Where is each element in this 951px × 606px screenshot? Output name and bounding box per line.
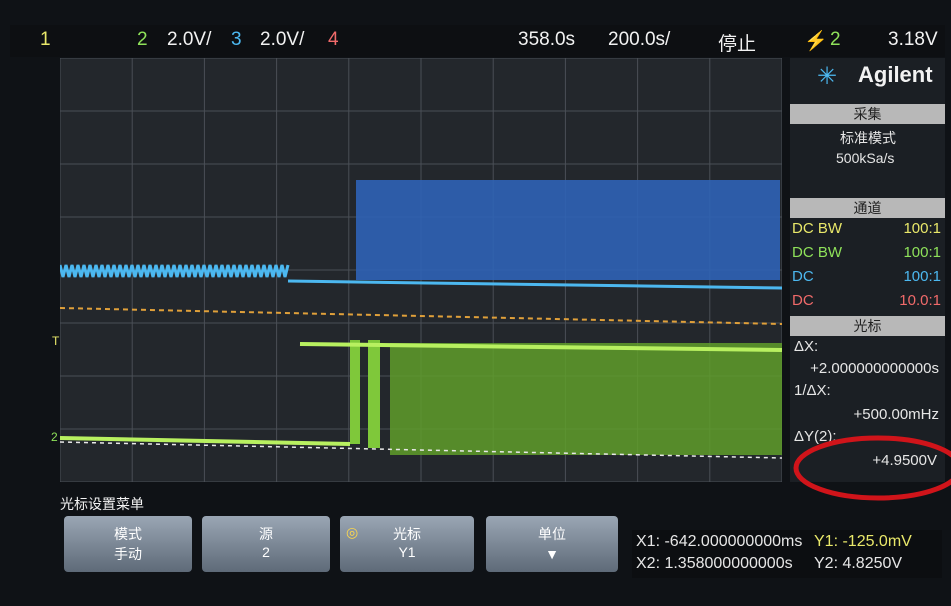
- inverse-delta-x-label: 1/ΔX:: [794, 382, 831, 399]
- channel-2-scale: 2.0V/: [167, 29, 212, 50]
- waveform-screen[interactable]: 3: [60, 58, 782, 482]
- softkey-source-value: 2: [262, 544, 270, 560]
- trigger-edge-icon: ⚡: [804, 31, 828, 52]
- run-state: 停止: [718, 34, 757, 55]
- cursor-readout: X1: -642.000000000ms X2: 1.358000000000s…: [632, 530, 942, 578]
- chevron-down-icon: ▼: [545, 546, 559, 562]
- softkey-units-label: 单位: [538, 526, 566, 542]
- channel-coupling: DC: [792, 292, 814, 309]
- time-per-division: 200.0s/: [608, 29, 671, 50]
- channel-1-marker: T: [52, 334, 60, 348]
- channel-coupling: DC BW: [792, 244, 842, 261]
- channel-coupling: DC BW: [792, 220, 842, 237]
- top-status-bar: 1 2 2.0V/ 3 2.0V/ 4 358.0s 200.0s/ 停止 ⚡ …: [10, 25, 945, 57]
- channel-3-waveform: [60, 264, 290, 278]
- right-info-panel: 采集 标准模式 500kSa/s 通道 DC BW 100:1 DC BW 100:1…: [790, 58, 945, 482]
- channel-4-indicator[interactable]: 4: [328, 29, 339, 51]
- softkey-cursor[interactable]: ◎ 光标 Y1: [340, 516, 474, 572]
- softkey-source[interactable]: 源 2: [202, 516, 330, 572]
- channel-probe-ratio: 100:1: [903, 220, 941, 237]
- acquisition-header: 采集: [790, 104, 945, 124]
- delta-x-value: +2.000000000000s: [810, 360, 939, 377]
- channel-2-burst-b: [368, 340, 380, 448]
- softkey-mode[interactable]: 模式 手动: [64, 516, 192, 572]
- channel-3-baseline: [287, 279, 782, 290]
- softkey-cursor-value: Y1: [398, 544, 416, 560]
- channel-3-scale: 2.0V/: [260, 29, 305, 50]
- brand-logo: Agilent: [858, 62, 933, 87]
- channel-2-burst-a: [350, 340, 360, 444]
- channel-probe-ratio: 100:1: [903, 244, 941, 261]
- channel-coupling: DC: [792, 268, 814, 285]
- channel-header: 通道: [790, 198, 945, 218]
- delta-x-label: ΔX:: [794, 338, 819, 355]
- trigger-channel: 2: [830, 29, 841, 50]
- softkey-mode-value: 手动: [114, 546, 142, 562]
- softkey-units[interactable]: 单位 ▼: [486, 516, 618, 572]
- inverse-delta-x-value: +500.00mHz: [853, 406, 939, 423]
- channel-probe-ratio: 10.0:1: [899, 292, 941, 309]
- channel-1-indicator[interactable]: 1: [40, 29, 51, 51]
- cursor-header: 光标: [790, 316, 945, 336]
- softkey-source-label: 源: [259, 526, 273, 542]
- red-annotation-circle: [793, 435, 951, 501]
- channel-3-dense-region: [356, 180, 780, 280]
- time-position: 358.0s: [518, 29, 576, 50]
- agilent-spark-icon: ✳: [817, 63, 838, 90]
- acquisition-mode: 标准模式: [840, 130, 896, 146]
- y1-readout: Y1: -125.0mV: [814, 533, 912, 550]
- softkey-cursor-label: 光标: [393, 526, 421, 542]
- x2-readout: X2: 1.358000000000s: [636, 555, 793, 572]
- acquisition-rate: 500kSa/s: [836, 150, 895, 166]
- trigger-level: 3.18V: [888, 29, 938, 50]
- cursor-menu-title: 光标设置菜单: [60, 496, 144, 512]
- oscilloscope-display: 1 2 2.0V/ 3 2.0V/ 4 358.0s 200.0s/ 停止 ⚡ …: [0, 0, 951, 606]
- channel-2-dense-region: [390, 343, 782, 455]
- softkey-mode-label: 模式: [114, 526, 142, 542]
- channel-2-indicator[interactable]: 2: [137, 29, 148, 51]
- y2-readout: Y2: 4.8250V: [814, 555, 903, 572]
- waveform-plot: 3: [60, 58, 782, 482]
- channel-2-marker: 2: [51, 430, 58, 444]
- channel-3-indicator[interactable]: 3: [231, 29, 242, 51]
- channel-probe-ratio: 100:1: [903, 268, 941, 285]
- x1-readout: X1: -642.000000000ms: [636, 533, 803, 550]
